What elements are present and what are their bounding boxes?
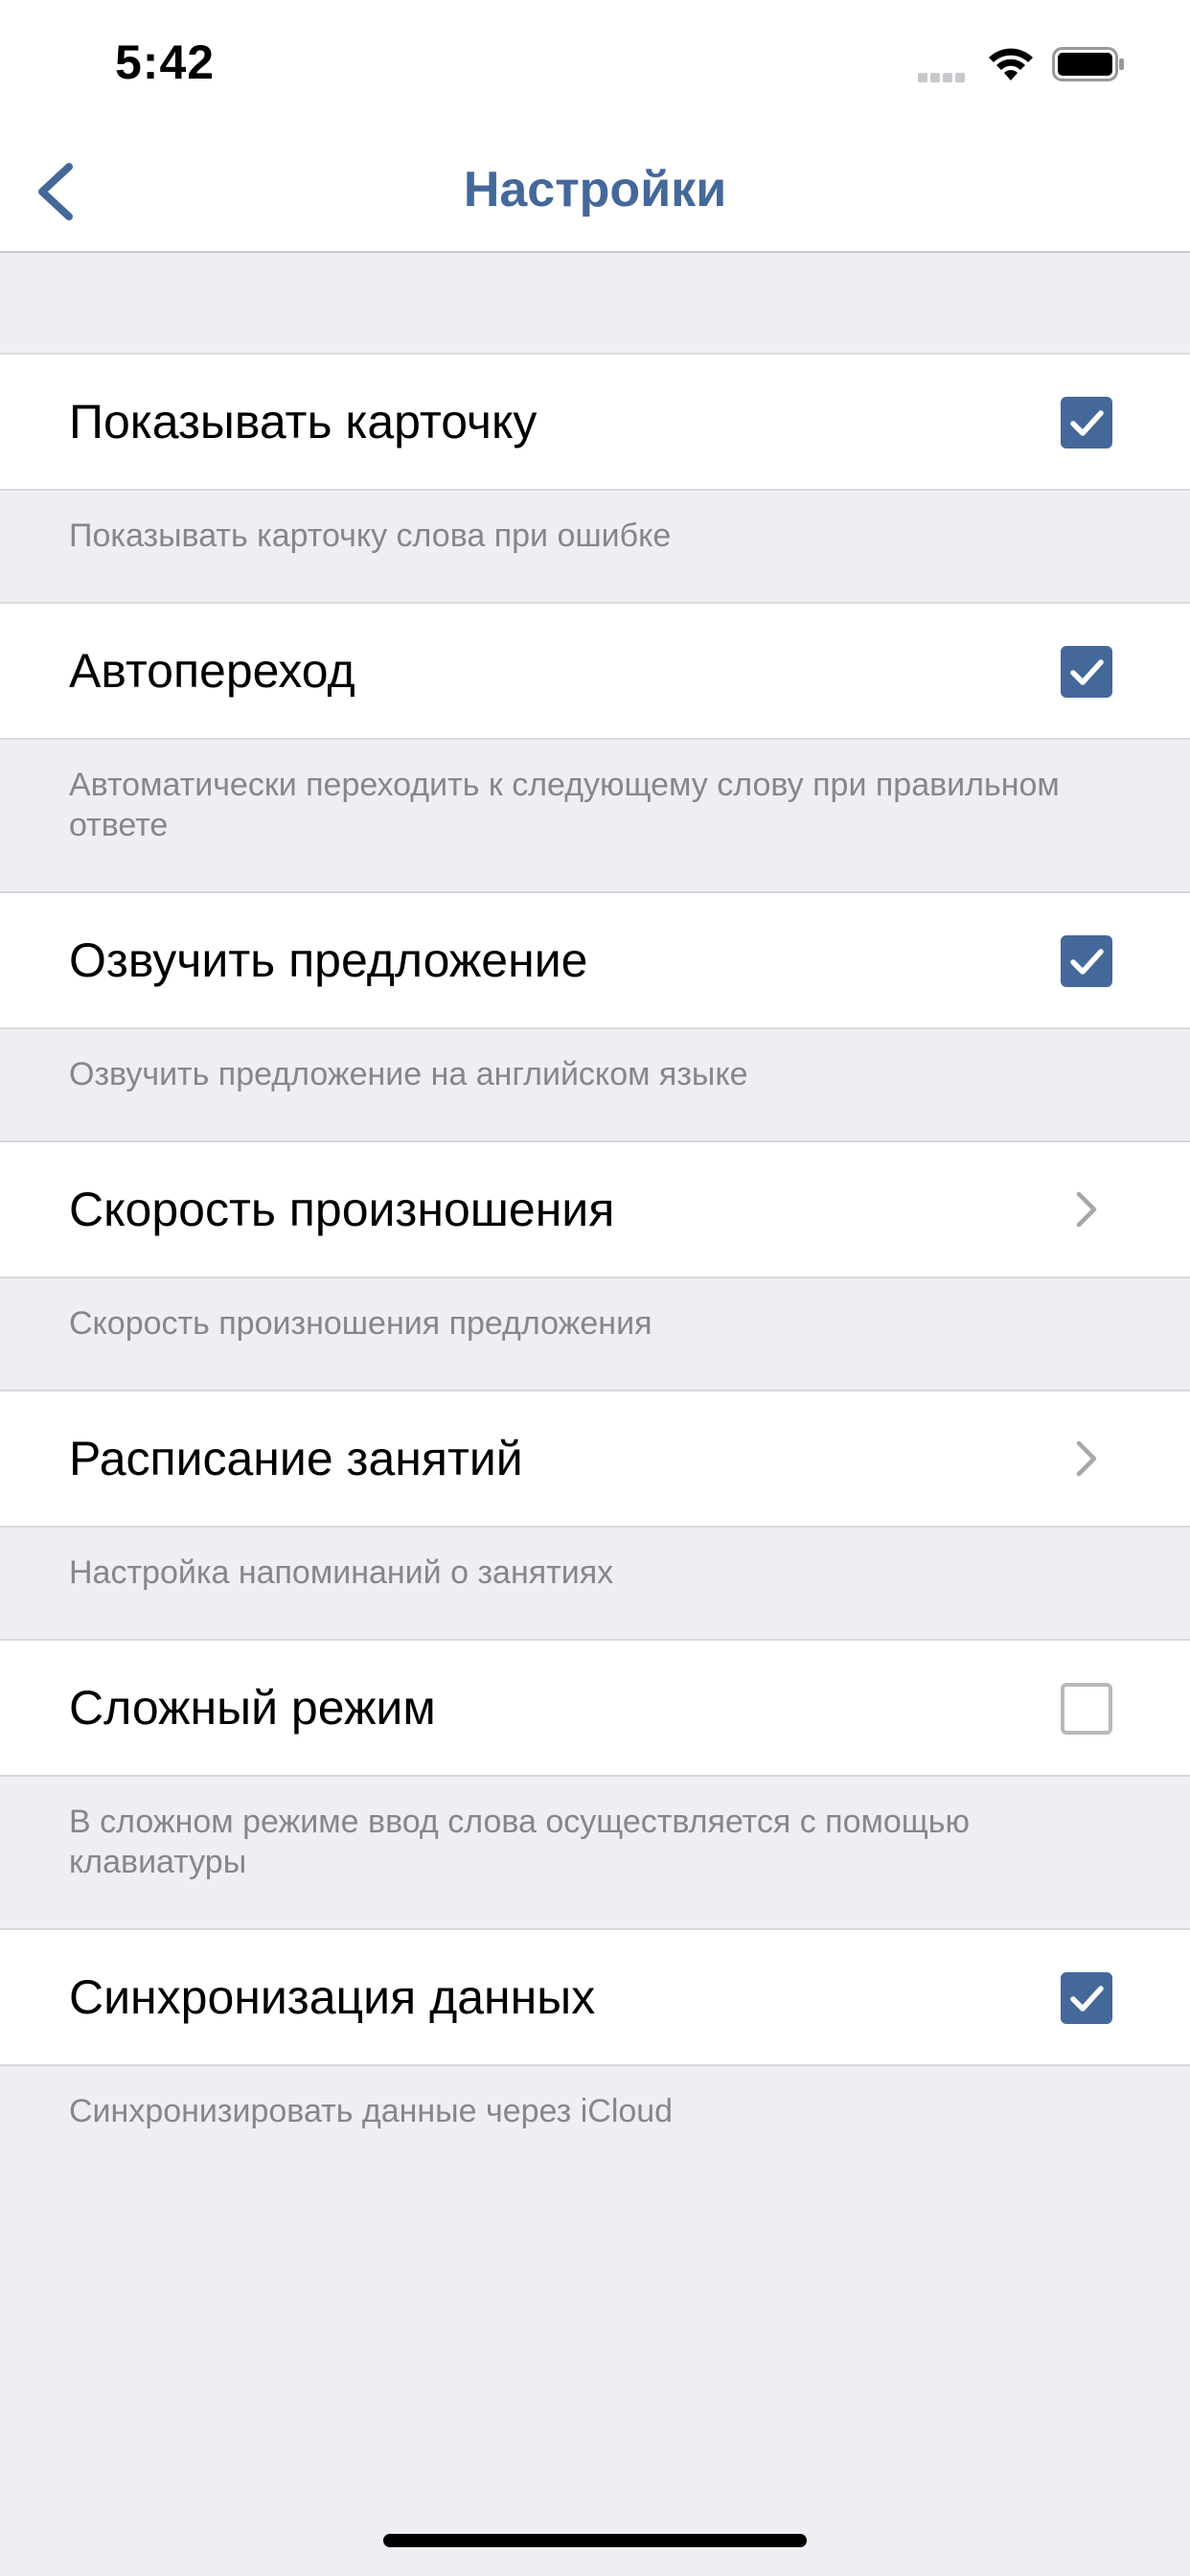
checkmark-icon — [1070, 949, 1104, 975]
page-title: Настройки — [463, 162, 727, 218]
chevron-right-icon — [1076, 1191, 1097, 1228]
status-bar: 5:42 — [0, 0, 1190, 126]
setting-speak-sentence[interactable]: Озвучить предложение — [0, 891, 1190, 1029]
setting-lesson-schedule[interactable]: Расписание занятий — [0, 1390, 1190, 1528]
hard-mode-checkbox[interactable] — [1061, 1683, 1112, 1735]
battery-icon — [1052, 47, 1124, 81]
navigation-bar: Настройки — [0, 126, 1190, 253]
setting-data-sync[interactable]: Синхронизация данных — [0, 1928, 1190, 2066]
wifi-icon — [989, 48, 1033, 80]
top-spacer — [0, 253, 1190, 353]
setting-description: Синхронизировать данные через iCloud — [69, 2093, 674, 2129]
setting-description: Автоматически переходить к следующему сл… — [69, 767, 1060, 843]
checkmark-icon — [1070, 659, 1104, 685]
setting-description: В сложном режиме ввод слова осуществляет… — [69, 1804, 970, 1880]
checkmark-icon — [1070, 1986, 1104, 2012]
home-indicator[interactable] — [383, 2534, 807, 2547]
setting-label: Автопереход — [69, 644, 355, 698]
setting-description: Скорость произношения предложения — [69, 1305, 652, 1342]
setting-description: Показывать карточку слова при ошибке — [69, 518, 672, 554]
setting-description: Озвучить предложение на английском языке — [69, 1056, 748, 1092]
show-card-checkbox[interactable] — [1061, 397, 1112, 448]
setting-speech-rate[interactable]: Скорость произношения — [0, 1140, 1190, 1278]
signal-icon — [918, 70, 968, 87]
setting-description: Настройка напоминаний о занятиях — [69, 1554, 614, 1591]
setting-auto-advance[interactable]: Автопереход — [0, 602, 1190, 740]
data-sync-checkbox[interactable] — [1061, 1972, 1112, 2024]
chevron-right-icon — [1076, 1440, 1097, 1477]
auto-advance-checkbox[interactable] — [1061, 646, 1112, 698]
setting-label: Синхронизация данных — [69, 1970, 596, 2024]
speak-sentence-checkbox[interactable] — [1061, 935, 1112, 987]
setting-label: Показывать карточку — [69, 395, 538, 448]
setting-label: Сложный режим — [69, 1681, 436, 1735]
setting-label: Расписание занятий — [69, 1432, 523, 1485]
setting-label: Скорость произношения — [69, 1183, 615, 1236]
setting-label: Озвучить предложение — [69, 933, 588, 987]
setting-show-card[interactable]: Показывать карточку — [0, 353, 1190, 491]
setting-hard-mode[interactable]: Сложный режим — [0, 1639, 1190, 1777]
status-time: 5:42 — [115, 35, 216, 89]
checkmark-icon — [1070, 410, 1104, 436]
settings-list: Показывать карточку Показывать карточку … — [0, 253, 1190, 2177]
